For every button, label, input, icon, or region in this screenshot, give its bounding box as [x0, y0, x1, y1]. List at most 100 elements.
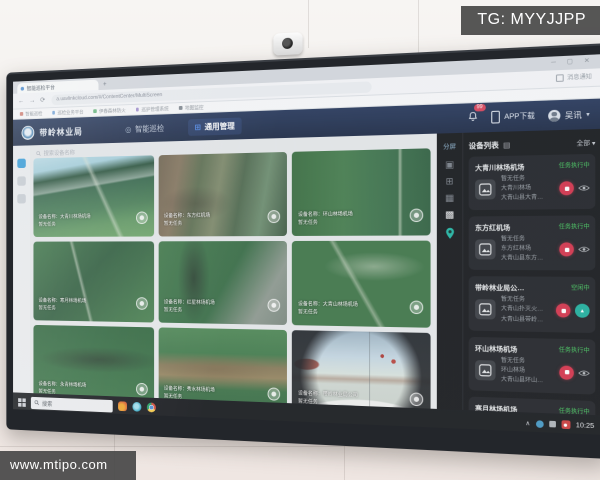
main-nav: ◎ 智能巡检 ⊞ 通用管理	[125, 117, 241, 137]
video-tile[interactable]: 设备名称：环山林场机场暂无任务	[292, 148, 430, 236]
record-button[interactable]	[559, 243, 574, 257]
device-card[interactable]: 带岭林业局公…空闲中 暂无任务大青山扑灭火…大青山县带岭… ▲	[469, 277, 596, 333]
split-16-icon[interactable]: ▩	[445, 210, 454, 219]
bookmark-item[interactable]: 伊春森林防火	[93, 107, 125, 115]
video-tile[interactable]: 设备名称：红星林场机场暂无任务	[158, 241, 287, 325]
device-card[interactable]: 大青川林场机场任务执行中 暂无任务大青川林场大青山县大青…	[469, 154, 596, 211]
avatar	[548, 109, 560, 121]
video-tile[interactable]: 设备名称：秀水林场机场暂无任务	[158, 327, 287, 408]
bookmark-favicon-icon	[179, 106, 182, 110]
split-label: 分屏	[443, 141, 456, 151]
favicon-icon	[21, 86, 24, 90]
app-icon-chrome[interactable]	[147, 402, 156, 412]
bookmark-favicon-icon	[20, 112, 23, 115]
window-controls[interactable]: ─ ▢ ✕	[551, 57, 594, 66]
tile-camera-button[interactable]	[410, 209, 424, 223]
bookmark-favicon-icon	[93, 109, 96, 112]
bookmark-item[interactable]: 智能巡检	[20, 110, 43, 117]
device-list: 设备列表 ▤ 全部 ▾ 大青川林场机场任务执行中 暂无任务大青川林场大青山县大青…	[463, 129, 600, 415]
video-wall: 搜索设备名称 设备名称：大青川林场机场暂无任务 设备名称：东方红机场暂无任务 设…	[30, 134, 437, 409]
device-thumbnail-icon	[475, 300, 495, 320]
taskbar-clock: 10:25	[576, 421, 594, 429]
org-name: 带岭林业局	[39, 124, 82, 138]
device-list-header: 设备列表 ▤ 全部 ▾	[469, 135, 596, 152]
screen: 智能巡检平台 + ─ ▢ ✕ ← → ⟳ a.uavlinkcloud.com/…	[13, 54, 600, 435]
app-icon-edge[interactable]	[132, 402, 141, 412]
tile-camera-button[interactable]	[410, 301, 424, 315]
search-icon	[36, 150, 41, 156]
left-tool[interactable]	[17, 176, 25, 185]
tile-task: 暂无任务	[39, 221, 91, 228]
bookmark-favicon-icon	[136, 108, 139, 111]
device-list-title: 设备列表	[469, 140, 499, 151]
nav-general-management[interactable]: ⊞ 通用管理	[188, 117, 241, 135]
device-thumbnail-icon	[475, 240, 495, 260]
device-card[interactable]: 东方红机场任务执行中 暂无任务东方红林场大青山县东方…	[469, 216, 596, 271]
notification-toggle[interactable]: 消息通知	[556, 72, 592, 82]
map-pin-icon[interactable]	[445, 227, 455, 240]
split-4-icon[interactable]: ⊞	[446, 177, 454, 187]
new-tab-button[interactable]: +	[103, 79, 107, 90]
app-icon-firefox[interactable]	[118, 401, 127, 411]
url-text: a.uavlinkcloud.com/#/ContentCenter/Multi…	[56, 92, 162, 102]
video-tile[interactable]: 设备名称：东方红机场暂无任务	[158, 152, 287, 237]
left-tool-active[interactable]	[17, 159, 25, 169]
tile-camera-button[interactable]	[136, 297, 148, 310]
bookmark-item[interactable]: 地图监控	[179, 104, 204, 112]
user-menu[interactable]: 吴讯 ▾	[548, 108, 590, 121]
video-tile-dock-fisheye[interactable]: 设备名称：带岭林业局公司暂无任务	[292, 330, 430, 409]
eye-icon[interactable]	[578, 369, 589, 377]
tray-alert-icon[interactable]	[561, 420, 570, 429]
device-thumbnail-icon	[475, 360, 495, 381]
search-icon	[34, 400, 39, 406]
left-tool[interactable]	[17, 194, 25, 203]
watermark-top-right: TG: MYYJJPP	[461, 6, 600, 35]
checkbox-icon	[556, 74, 564, 82]
tile-task: 暂无任务	[39, 305, 87, 313]
video-tile[interactable]: 设备名称：大青川林场机场暂无任务	[33, 155, 153, 237]
device-title: 大青川林场机场	[475, 161, 524, 173]
camera-grid: 设备名称：大青川林场机场暂无任务 设备名称：东方红机场暂无任务 设备名称：环山林…	[33, 148, 430, 409]
monitor: 智能巡检平台 + ─ ▢ ✕ ← → ⟳ a.uavlinkcloud.com/…	[6, 43, 600, 459]
inspection-icon: ◎	[125, 125, 131, 134]
device-card[interactable]: 环山林场机场任务执行中 暂无任务环山林场大青山县环山…	[469, 336, 596, 394]
app-download-button[interactable]: APP下载	[491, 109, 535, 123]
start-button-icon[interactable]	[18, 398, 26, 407]
notifications-button[interactable]: 99	[468, 108, 479, 127]
video-tile[interactable]: 设备名称：寒月林场机场暂无任务	[33, 241, 153, 322]
device-status: 任务执行中	[559, 160, 590, 169]
tile-camera-button[interactable]	[268, 299, 281, 312]
launch-button[interactable]: ▲	[575, 304, 590, 318]
launch-arrow-icon: ▲	[579, 308, 585, 315]
tile-camera-button[interactable]	[136, 211, 148, 224]
taskbar-search[interactable]: 搜索	[31, 396, 113, 412]
split-1-icon[interactable]: ▣	[445, 160, 454, 170]
eye-icon[interactable]	[578, 246, 589, 254]
tray-chevron-icon[interactable]: ∧	[525, 419, 530, 427]
tile-camera-button[interactable]	[268, 387, 281, 400]
browser-nav-buttons[interactable]: ← → ⟳	[18, 96, 47, 105]
video-tile[interactable]: 设备名称：大青山林场机场暂无任务	[292, 241, 430, 328]
bookmark-item[interactable]: 巡检业务平台	[52, 108, 84, 116]
tile-camera-button[interactable]	[410, 392, 424, 406]
bookmark-item[interactable]: 巡护管理系统	[136, 105, 169, 113]
tile-camera-button[interactable]	[268, 210, 281, 223]
device-status: 任务执行中	[559, 222, 590, 231]
nav-smart-inspection[interactable]: ◎ 智能巡检	[125, 123, 164, 135]
split-9-icon[interactable]: ▦	[445, 194, 454, 203]
device-title: 东方红机场	[475, 222, 510, 233]
tile-task: 暂无任务	[298, 219, 353, 227]
tray-volume-icon[interactable]	[549, 421, 556, 428]
filter-all-dropdown[interactable]: 全部 ▾	[576, 138, 595, 148]
taskbar-search-label: 搜索	[42, 399, 52, 408]
eye-icon[interactable]	[578, 184, 589, 192]
org-logo-icon	[22, 125, 35, 139]
tile-camera-button[interactable]	[136, 383, 148, 396]
record-button[interactable]	[559, 181, 574, 195]
record-button[interactable]	[556, 304, 571, 318]
tray-network-icon[interactable]	[536, 420, 544, 428]
record-button[interactable]	[559, 365, 574, 379]
list-view-icon[interactable]: ▤	[503, 140, 510, 149]
device-line: 暂无任务	[501, 235, 554, 245]
tile-task: 暂无任务	[298, 309, 358, 318]
